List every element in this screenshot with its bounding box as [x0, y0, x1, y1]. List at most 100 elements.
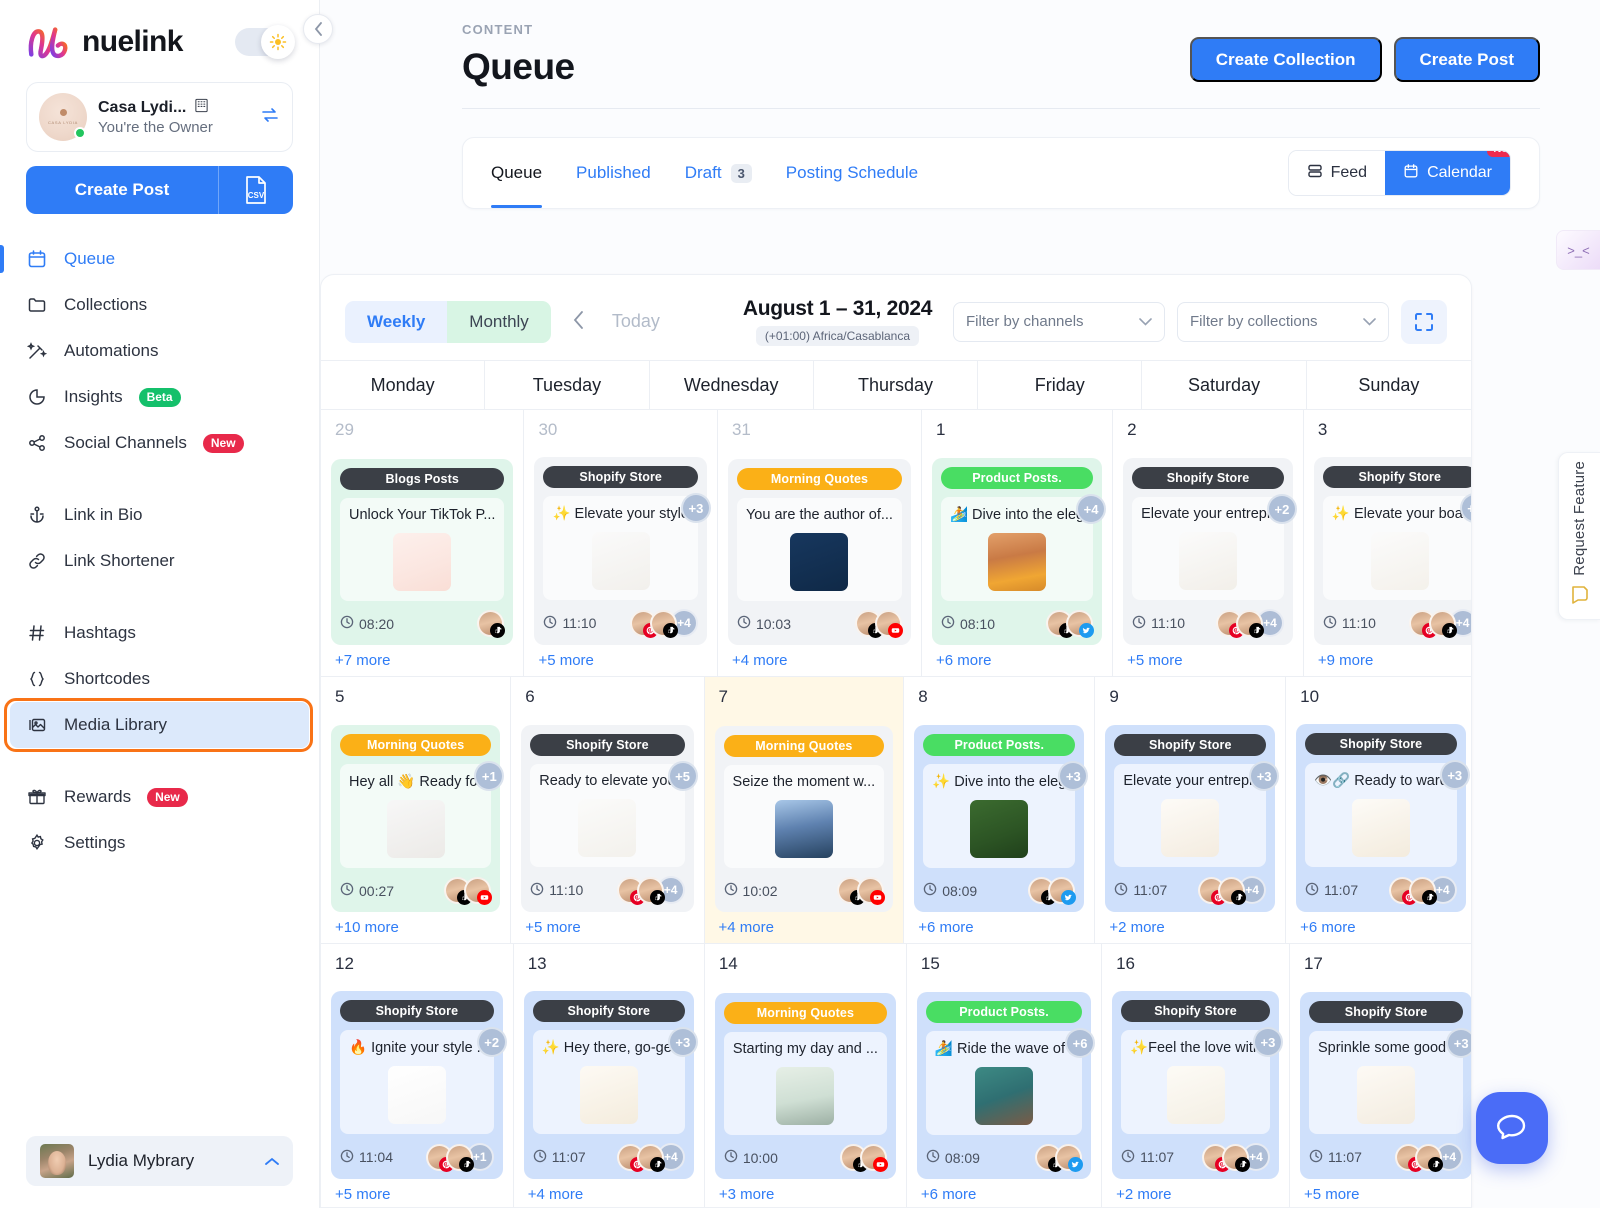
post-card[interactable]: Shopify Store ✨ Hey there, go-get 11:07 +4 +… [523, 991, 698, 1179]
calendar-day-cell[interactable]: 13 Shopify Store ✨ Hey there, go-get 11:07 +… [514, 944, 705, 1207]
calendar-day-cell[interactable]: 31 Morning Quotes You are the author of...… [718, 410, 922, 676]
more-posts-link[interactable]: +4 more [715, 912, 894, 943]
sidebar-item-automations[interactable]: Automations [0, 328, 319, 374]
post-card[interactable]: Shopify Store ✨ Elevate your boar 11:10 +4+… [1313, 457, 1471, 645]
theme-toggle[interactable] [235, 25, 295, 59]
more-posts-link[interactable]: +2 more [1112, 1179, 1279, 1207]
chevron-up-icon[interactable] [265, 1153, 279, 1169]
post-card[interactable]: Morning Quotes Hey all 👋 Ready for 00:27 +1 [331, 725, 505, 912]
post-card[interactable]: Product Posts. ✨ Dive into the eleg 08:09 +… [914, 725, 1089, 912]
post-card[interactable]: Shopify Store Ready to elevate you 11:10 +4… [521, 725, 698, 912]
filter-by-collections-select[interactable]: Filter by collections [1177, 301, 1389, 342]
csv-file-icon[interactable]: CSV [219, 175, 293, 205]
post-card[interactable]: Shopify Store 👁️🔗 Ready to ward 11:07 +4 +3 [1296, 724, 1470, 912]
calendar-day-cell[interactable]: 2 Shopify Store Elevate your entrepr. 11:10… [1113, 410, 1304, 676]
chevron-right-icon[interactable] [680, 309, 707, 335]
more-posts-link[interactable]: +4 more [728, 645, 911, 676]
sidebar-item-shortcodes[interactable]: Shortcodes [0, 656, 319, 702]
calendar-day-cell[interactable]: 1 Product Posts. 🏄 Dive into the eleg 08:10… [922, 410, 1114, 676]
fullscreen-icon[interactable] [1401, 299, 1447, 344]
more-posts-link[interactable]: +5 more [534, 645, 707, 676]
calendar-day-cell[interactable]: 6 Shopify Store Ready to elevate you 11:10 +… [511, 677, 705, 943]
calendar-day-cell[interactable]: 8 Product Posts. ✨ Dive into the eleg 08:09… [904, 677, 1096, 943]
more-posts-link[interactable]: +6 more [917, 1179, 1091, 1207]
calendar-day-cell[interactable]: 10 Shopify Store 👁️🔗 Ready to ward 11:07 +4 +… [1286, 677, 1471, 943]
switch-accounts-icon[interactable] [260, 105, 280, 130]
calendar-day-cell[interactable]: 29 Blogs Posts Unlock Your TikTok P... 08:2… [321, 410, 525, 676]
post-card[interactable]: Morning Quotes You are the author of... 10… [727, 459, 911, 645]
calendar-view-button[interactable]: Calendar [1385, 151, 1510, 195]
workspace-switcher[interactable]: CASA LYDIA Casa Lydi... You're the Owner [26, 82, 293, 152]
calendar-day-cell[interactable]: 5 Morning Quotes Hey all 👋 Ready for 00:27 +… [321, 677, 512, 943]
clock-icon [941, 615, 955, 632]
twitter-icon [1068, 1157, 1084, 1172]
more-posts-link[interactable]: +2 more [1105, 912, 1275, 943]
filter-by-channels-select[interactable]: Filter by channels [953, 301, 1165, 342]
sidebar-item-link-in-bio[interactable]: Link in Bio [0, 492, 319, 538]
calendar-day-cell[interactable]: 7 Morning Quotes Seize the moment w... 10:0… [704, 677, 905, 943]
tab-posting-schedule[interactable]: Posting Schedule [786, 138, 918, 208]
calendar-day-cell[interactable]: 12 Shopify Store 🔥 Ignite your style .. 11:… [321, 944, 514, 1207]
sidebar-item-collections[interactable]: Collections [0, 282, 319, 328]
feed-view-button[interactable]: Feed [1288, 151, 1386, 195]
sidebar-user-menu[interactable]: Lydia Mybrary [26, 1136, 293, 1186]
more-posts-link[interactable]: +7 more [331, 645, 513, 676]
tab-draft[interactable]: Draft 3 [685, 138, 752, 208]
more-posts-link[interactable]: +5 more [521, 912, 693, 943]
create-collection-button[interactable]: Create Collection [1189, 37, 1382, 82]
monthly-button[interactable]: Monthly [447, 300, 551, 343]
sidebar-item-queue[interactable]: Queue [0, 236, 319, 282]
post-card[interactable]: Shopify Store ✨Feel the love with 11:07 +4 +… [1112, 991, 1283, 1179]
sidebar-item-insights[interactable]: Insights Beta [0, 374, 319, 420]
more-posts-link[interactable]: +5 more [331, 1179, 503, 1207]
more-posts-link[interactable]: +5 more [1123, 645, 1293, 676]
post-card[interactable]: Blogs Posts Unlock Your TikTok P... 08:20 [331, 459, 514, 645]
create-post-button-header[interactable]: Create Post [1393, 37, 1540, 82]
sidebar-item-rewards[interactable]: Rewards New [0, 774, 319, 820]
sidebar-item-social-channels[interactable]: Social Channels New [0, 420, 319, 466]
post-card[interactable]: Shopify Store ✨ Elevate your style 11:10 +4… [534, 457, 711, 645]
more-posts-link[interactable]: +5 more [1300, 1179, 1471, 1207]
more-posts-link[interactable]: +6 more [914, 912, 1084, 943]
day-number: 31 [731, 420, 751, 439]
post-card[interactable]: Product Posts. 🏄 Ride the wave of . 08:09 +… [916, 992, 1096, 1179]
calendar-day-cell[interactable]: 30 Shopify Store ✨ Elevate your style 11:10… [524, 410, 718, 676]
post-card[interactable]: Morning Quotes Seize the moment w... 10:02 [714, 726, 894, 912]
tab-published[interactable]: Published [576, 138, 651, 208]
post-card[interactable]: Shopify Store Elevate your entrepr. 11:07 +… [1105, 725, 1280, 912]
calendar-day-cell[interactable]: 15 Product Posts. 🏄 Ride the wave of . 08:0… [907, 944, 1103, 1207]
more-posts-link[interactable]: +3 more [715, 1179, 896, 1207]
tab-queue[interactable]: Queue [491, 138, 543, 208]
post-thumbnail [790, 533, 849, 591]
collection-chip: Shopify Store [1308, 1001, 1464, 1023]
sidebar-item-hashtags[interactable]: Hashtags [0, 610, 319, 656]
today-button[interactable]: Today [606, 311, 666, 332]
more-posts-link[interactable]: +9 more [1314, 645, 1471, 676]
calendar-day-cell[interactable]: 9 Shopify Store Elevate your entrepr. 11:07… [1095, 677, 1287, 943]
calendar-day-cell[interactable]: 14 Morning Quotes Starting my day and ... 1… [705, 944, 907, 1207]
sidebar-collapse-button[interactable] [303, 14, 333, 44]
post-card[interactable]: Shopify Store Sprinkle some good . 11:07 +4… [1299, 992, 1471, 1179]
chat-bubble-icon[interactable] [1476, 1092, 1548, 1164]
more-posts-link[interactable]: +6 more [1296, 912, 1466, 943]
post-card[interactable]: Shopify Store Elevate your entrepr. 11:10 +… [1123, 458, 1297, 645]
sidebar-item-settings[interactable]: Settings [0, 820, 319, 866]
post-card[interactable]: Morning Quotes Starting my day and ... 10:… [714, 993, 896, 1179]
calendar-day-cell[interactable]: 3 Shopify Store ✨ Elevate your boar 11:10 +4… [1304, 410, 1471, 676]
view-period-segmented: Weekly Monthly [345, 300, 551, 343]
weekly-button[interactable]: Weekly [345, 300, 448, 343]
post-card[interactable]: Product Posts. 🏄 Dive into the eleg 08:10 +… [931, 458, 1107, 645]
channel-avatar-youtube [874, 610, 903, 638]
request-feature-button[interactable]: Request Feature [1558, 452, 1600, 620]
calendar-day-cell[interactable]: 16 Shopify Store ✨Feel the love with 11:07 +… [1102, 944, 1290, 1207]
calendar-day-cell[interactable]: 17 Shopify Store Sprinkle some good . 11:07… [1290, 944, 1471, 1207]
create-post-button[interactable]: Create Post CSV [26, 166, 293, 214]
more-posts-link[interactable]: +6 more [932, 645, 1102, 676]
sidebar-item-media-library[interactable]: Media Library [10, 702, 309, 748]
collapse-panel-icon[interactable]: >_< [1556, 230, 1600, 270]
sidebar-item-link-shortener[interactable]: Link Shortener [0, 538, 319, 584]
more-posts-link[interactable]: +4 more [524, 1179, 694, 1207]
chevron-left-icon[interactable] [565, 309, 592, 335]
more-posts-link[interactable]: +10 more [331, 912, 500, 943]
post-card[interactable]: Shopify Store 🔥 Ignite your style .. 11:04… [331, 991, 507, 1179]
